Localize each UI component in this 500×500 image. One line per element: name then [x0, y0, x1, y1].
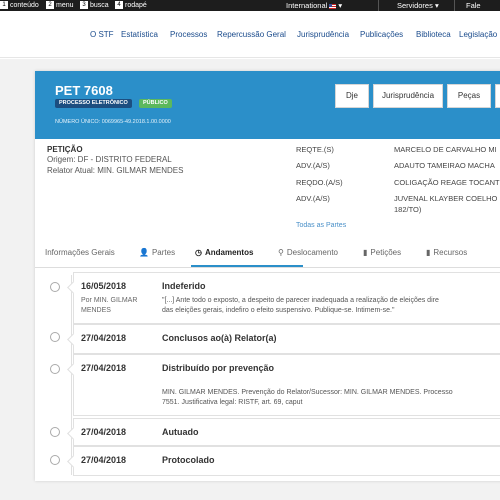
skip-menu-link[interactable]: 2 menu — [46, 1, 74, 9]
timeline-radio[interactable] — [50, 455, 60, 465]
nav-item-jurisprudencia[interactable]: Jurisprudência — [297, 30, 349, 39]
accessibility-bar: 1 conteúdo 2 menu 3 busca 4 rodapé Inter… — [0, 0, 500, 19]
tab-informacoes-gerais[interactable]: Informações Gerais — [45, 248, 115, 257]
process-class: PETIÇÃO — [47, 145, 83, 154]
party-role: ADV.(A/S) — [296, 161, 330, 170]
map-pin-icon: ⚲ — [278, 248, 284, 257]
divider — [378, 0, 379, 11]
timeline-radio[interactable] — [50, 427, 60, 437]
dje-button[interactable]: Dje — [335, 84, 369, 108]
tab-peticoes[interactable]: ▮ Petições — [363, 248, 401, 257]
process-title: PET 7608 — [55, 83, 113, 98]
nav-item-publicacoes[interactable]: Publicações — [360, 30, 403, 39]
andamento-description: MIN. GILMAR MENDES. Prevenção do Relator… — [162, 389, 453, 396]
andamento-item: 16/05/2018 Por MIN. GILMAR MENDES Indefe… — [73, 272, 500, 324]
servidores-dropdown[interactable]: Servidores ▾ — [397, 1, 439, 10]
nav-item-repercussao-geral[interactable]: Repercussão Geral — [217, 30, 286, 39]
party-name: ADAUTO TAMEIRAO MACHA — [394, 161, 495, 170]
andamento-item: 27/04/2018 Protocolado — [73, 446, 500, 476]
andamento-title: Distribuído por prevenção — [162, 363, 275, 373]
andamento-title: Conclusos ao(à) Relator(a) — [162, 333, 277, 343]
party-role: ADV.(A/S) — [296, 194, 330, 203]
nav-item-processos[interactable]: Processos — [170, 30, 207, 39]
timeline-radio[interactable] — [50, 332, 60, 342]
relator: Relator Atual: MIN. GILMAR MENDES — [47, 166, 184, 175]
jurisprudencia-button[interactable]: Jurisprudência — [373, 84, 443, 108]
pecas-button[interactable]: Peças — [447, 84, 491, 108]
tab-andamentos[interactable]: ◷ Andamentos — [195, 248, 253, 257]
andamento-item: 27/04/2018 Distribuído por prevenção MIN… — [73, 354, 500, 416]
andamento-date: 27/04/2018 — [81, 427, 127, 437]
party-name: COLIGAÇÃO REAGE TOCANT — [394, 178, 500, 187]
andamento-title: Autuado — [162, 427, 199, 437]
andamento-description: "[...] Ante todo o exposto, a despeito d… — [162, 297, 439, 304]
nav-item-estatistica[interactable]: Estatística — [121, 30, 158, 39]
process-tabs: Informações Gerais 👤 Partes ◷ Andamentos… — [35, 238, 500, 268]
andamento-item: 27/04/2018 Autuado — [73, 418, 500, 446]
party-name: MARCELO DE CARVALHO MI — [394, 145, 497, 154]
person-icon: 👤 — [139, 248, 149, 257]
nav-item-biblioteca[interactable]: Biblioteca — [416, 30, 451, 39]
skip-content-link[interactable]: 1 conteúdo — [0, 1, 39, 9]
divider — [454, 0, 455, 11]
todas-partes-link[interactable]: Todas as Partes — [296, 222, 346, 229]
document-icon: ▮ — [363, 248, 368, 257]
chevron-down-icon: ▾ — [338, 1, 343, 10]
skip-footer-link[interactable]: 4 rodapé — [115, 1, 147, 9]
process-header: PET 7608 PROCESSO ELETRÔNICO PÚBLICO NÚM… — [35, 71, 500, 139]
andamento-description: 7551. Justificativa legal: RISTF, art. 6… — [162, 399, 303, 406]
tab-partes[interactable]: 👤 Partes — [139, 248, 175, 257]
chevron-down-icon: ▾ — [434, 1, 439, 10]
international-dropdown[interactable]: International ▾ — [286, 1, 342, 10]
us-flag-icon — [329, 3, 337, 9]
nav-item-o-stf[interactable]: O STF — [90, 30, 114, 39]
andamento-date: 16/05/2018 — [81, 281, 127, 291]
party-role: REQTE.(S) — [296, 145, 334, 154]
clock-icon: ◷ — [195, 248, 202, 257]
party-name: 182/TO) — [394, 205, 422, 214]
nav-item-legislacao[interactable]: Legislação — [459, 30, 497, 39]
party-name: JUVENAL KLAYBER COELHO — [394, 194, 498, 203]
andamento-title: Indeferido — [162, 281, 206, 291]
andamento-title: Protocolado — [162, 455, 215, 465]
skip-search-link[interactable]: 3 busca — [80, 1, 109, 9]
timeline-radio[interactable] — [50, 364, 60, 374]
andamento-author: Por MIN. GILMAR MENDES — [81, 297, 138, 314]
badge-eletronico: PROCESSO ELETRÔNICO — [55, 99, 132, 108]
numero-unico: NÚMERO ÚNICO: 0069965-49.2018.1.00.0000 — [55, 119, 171, 125]
party-role: REQDO.(A/S) — [296, 178, 343, 187]
more-button[interactable] — [495, 84, 500, 108]
tab-deslocamento[interactable]: ⚲ Deslocamento — [278, 248, 338, 257]
andamento-description: das eleições gerais, indefiro o efeito s… — [162, 307, 395, 314]
tab-recursos[interactable]: ▮ Recursos — [426, 248, 467, 257]
origem: Origem: DF - DISTRITO FEDERAL — [47, 155, 172, 164]
main-nav: O STF Estatística Processos Repercussão … — [0, 12, 500, 58]
andamento-date: 27/04/2018 — [81, 455, 127, 465]
timeline-radio[interactable] — [50, 282, 60, 292]
andamento-item: 27/04/2018 Conclusos ao(à) Relator(a) — [73, 324, 500, 354]
document-icon: ▮ — [426, 248, 431, 257]
active-tab-indicator — [191, 265, 303, 267]
andamento-date: 27/04/2018 — [81, 363, 127, 373]
badge-publico: PÚBLICO — [139, 99, 172, 108]
andamento-date: 27/04/2018 — [81, 333, 127, 343]
